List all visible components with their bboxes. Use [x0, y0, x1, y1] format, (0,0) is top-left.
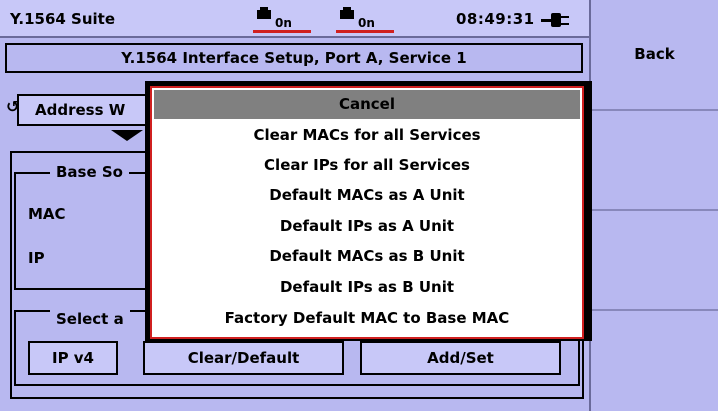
port-a-icon: [257, 7, 271, 19]
menu-item-default-macs-b[interactable]: Default MACs as B Unit: [154, 242, 580, 271]
port-b-status: 0n: [358, 16, 375, 30]
back-softkey[interactable]: Back: [591, 0, 718, 111]
ipv4-button[interactable]: IP v4: [28, 341, 118, 375]
status-bar: Y.1564 Suite 0n 0n 08:49:31: [0, 0, 589, 38]
softkey-4[interactable]: [591, 311, 718, 411]
menu-item-default-ips-b[interactable]: Default IPs as B Unit: [154, 273, 580, 302]
chevron-down-icon: [111, 130, 143, 141]
menu-item-clear-macs[interactable]: Clear MACs for all Services: [154, 121, 580, 150]
port-a-indicator: 0n: [253, 6, 313, 33]
mac-label: MAC: [28, 205, 66, 223]
clock: 08:49:31: [456, 10, 535, 28]
add-set-button[interactable]: Add/Set: [360, 341, 561, 375]
clear-default-button[interactable]: Clear/Default: [143, 341, 344, 375]
port-a-bar: [253, 30, 311, 33]
ip-label: IP: [28, 249, 45, 267]
port-b-bar: [336, 30, 394, 33]
base-settings-label: Base So: [50, 163, 129, 181]
softkey-3[interactable]: [591, 211, 718, 311]
app-title: Y.1564 Suite: [10, 10, 116, 28]
power-plug-icon: [541, 13, 571, 27]
port-b-indicator: 0n: [336, 6, 396, 33]
menu-item-default-ips-a[interactable]: Default IPs as A Unit: [154, 212, 580, 241]
menu-item-cancel[interactable]: Cancel: [154, 90, 580, 119]
menu-item-default-macs-a[interactable]: Default MACs as A Unit: [154, 181, 580, 210]
page-title: Y.1564 Interface Setup, Port A, Service …: [5, 43, 583, 73]
menu-item-factory-default-mac[interactable]: Factory Default MAC to Base MAC: [154, 304, 580, 333]
port-a-status: 0n: [275, 16, 292, 30]
softkey-panel: Back: [589, 0, 718, 411]
menu-list: Cancel Clear MACs for all Services Clear…: [150, 86, 584, 339]
menu-item-clear-ips[interactable]: Clear IPs for all Services: [154, 151, 580, 180]
softkey-2[interactable]: [591, 111, 718, 211]
address-wizard-button[interactable]: Address W: [17, 94, 157, 126]
port-b-icon: [340, 7, 354, 19]
select-address-label: Select a: [50, 310, 130, 328]
